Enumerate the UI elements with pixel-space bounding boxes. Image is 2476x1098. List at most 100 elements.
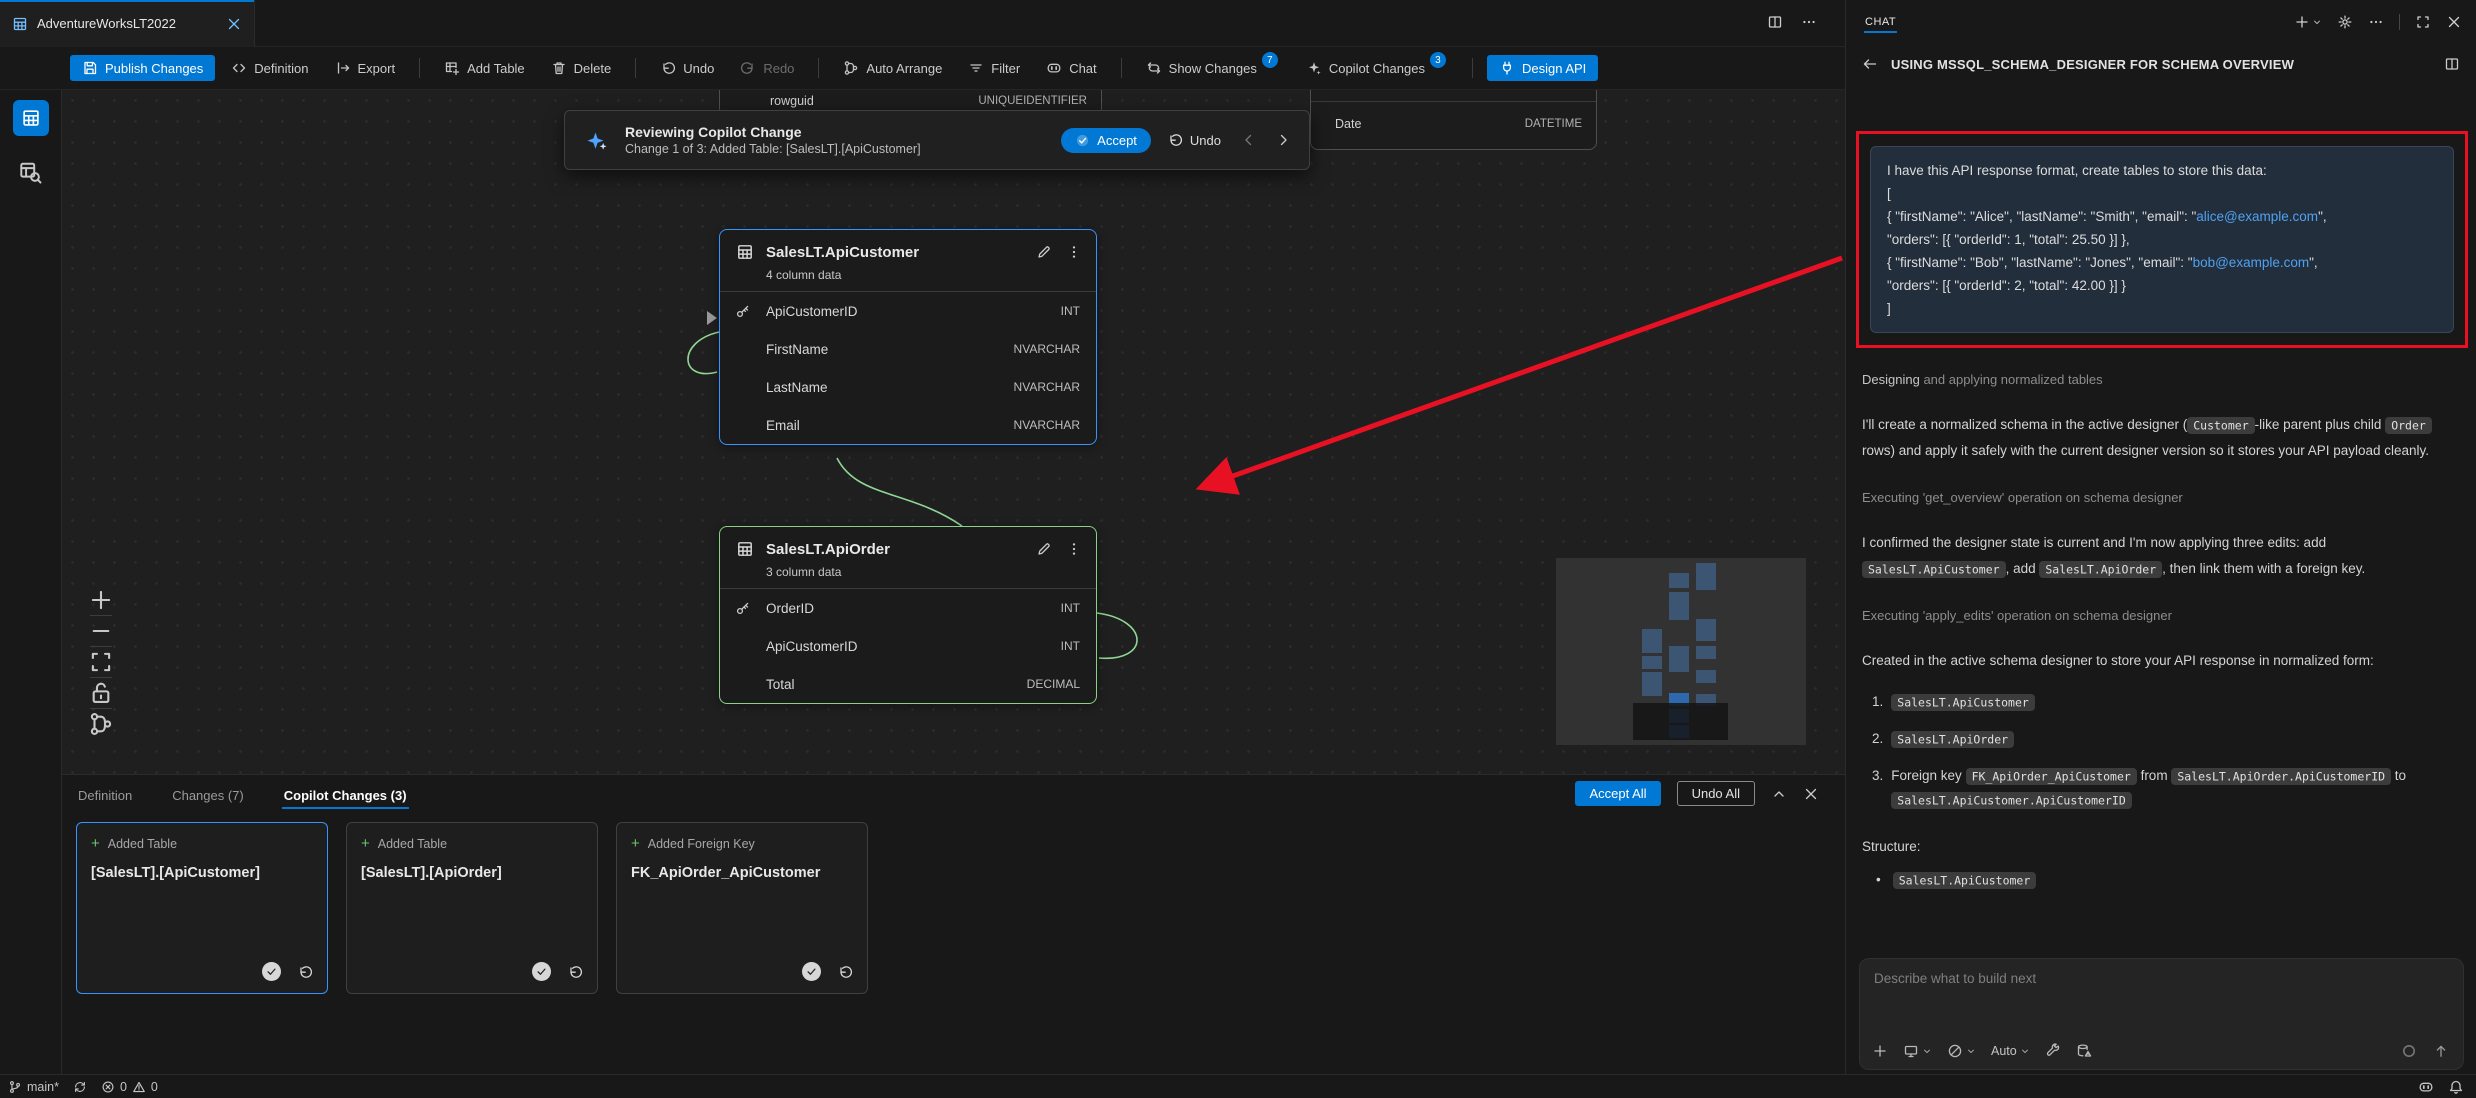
database-warning-icon[interactable]	[2076, 1043, 2092, 1059]
change-card-actions	[802, 962, 853, 981]
tab-close-icon[interactable]	[226, 16, 242, 32]
toolbar-separator	[1472, 58, 1473, 78]
change-card[interactable]: +Added Foreign KeyFK_ApiOrder_ApiCustome…	[616, 822, 868, 994]
copilot-changes-button[interactable]: Copilot Changes 3	[1296, 55, 1458, 81]
schema-find-rail-button[interactable]	[18, 160, 44, 186]
column-row[interactable]: TotalDECIMAL	[720, 665, 1096, 703]
table-row[interactable]: Date DATETIME	[1335, 102, 1582, 146]
table-card-apiorder[interactable]: SalesLT.ApiOrder 3 column data OrderIDIN…	[719, 526, 1097, 704]
email-link[interactable]: bob@example.com	[2193, 255, 2310, 270]
show-changes-button[interactable]: Show Changes 7	[1136, 55, 1290, 81]
edit-pencil-icon[interactable]	[1036, 541, 1052, 557]
change-card[interactable]: +Added Table[SalesLT].[ApiOrder]	[346, 822, 598, 994]
email-link[interactable]: alice@example.com	[2196, 209, 2318, 224]
panel-tab-changes[interactable]: Changes (7)	[170, 778, 246, 813]
minimap[interactable]	[1556, 558, 1806, 745]
panel-tab-copilot[interactable]: Copilot Changes (3)	[282, 778, 409, 813]
edit-pencil-icon[interactable]	[1036, 244, 1052, 260]
undo-button[interactable]: Undo	[650, 55, 724, 81]
chat-button[interactable]: Chat	[1036, 55, 1106, 81]
change-cards: +Added Table[SalesLT].[ApiCustomer]+Adde…	[76, 822, 868, 994]
column-row[interactable]: ApiCustomerIDINT	[720, 292, 1096, 330]
design-api-button[interactable]: Design API	[1487, 55, 1598, 81]
copilot-status-icon[interactable]	[2418, 1079, 2434, 1095]
new-chat-button[interactable]	[2294, 14, 2322, 30]
undo-all-button[interactable]: Undo All	[1677, 781, 1755, 806]
attach-context-icon[interactable]	[1872, 1043, 1888, 1059]
fit-to-screen-icon[interactable]	[88, 647, 114, 677]
change-type-label: +Added Table	[361, 836, 583, 851]
arrange-icon[interactable]	[88, 709, 114, 739]
send-button-icon[interactable]	[2433, 1043, 2449, 1059]
redo-button[interactable]: Redo	[730, 55, 804, 81]
mode-picker[interactable]	[1947, 1043, 1976, 1059]
publish-changes-button[interactable]: Publish Changes	[70, 55, 215, 81]
delete-button[interactable]: Delete	[541, 55, 622, 81]
zoom-in-icon[interactable]	[88, 585, 114, 615]
notifications-bell-icon[interactable]	[2448, 1079, 2464, 1095]
minimap-viewport[interactable]	[1633, 703, 1728, 740]
text-part: , then link them with a foreign key.	[2162, 561, 2365, 576]
add-table-button[interactable]: Add Table	[434, 55, 535, 81]
previous-change-icon[interactable]	[1241, 132, 1257, 148]
configure-tools-icon[interactable]	[2045, 1043, 2061, 1059]
undo-change-icon[interactable]	[567, 964, 583, 980]
column-row[interactable]: OrderIDINT	[720, 589, 1096, 627]
accept-all-button[interactable]: Accept All	[1575, 781, 1660, 806]
chat-more-icon[interactable]	[2368, 14, 2384, 30]
tab-adventureworks[interactable]: AdventureWorksLT2022	[0, 0, 255, 47]
undo-change-icon[interactable]	[837, 964, 853, 980]
accept-change-icon[interactable]	[532, 962, 551, 981]
review-undo-button[interactable]: Undo	[1167, 132, 1221, 148]
problems-indicator[interactable]: 0 0	[101, 1080, 158, 1094]
kebab-menu-icon[interactable]	[1066, 541, 1082, 557]
clipped-table-salesorder[interactable]: Date DATETIME	[1310, 90, 1597, 150]
maximize-panel-icon[interactable]	[2415, 14, 2431, 30]
sync-indicator[interactable]	[73, 1080, 87, 1094]
schema-diagram-rail-button[interactable]	[13, 100, 49, 136]
column-row[interactable]: LastNameNVARCHAR	[720, 368, 1096, 406]
filter-button[interactable]: Filter	[958, 55, 1030, 81]
back-arrow-icon[interactable]	[1862, 56, 1878, 72]
table-card-apicustomer[interactable]: SalesLT.ApiCustomer 4 column data ApiCus…	[719, 229, 1097, 445]
copilot-chat-icon	[1046, 60, 1062, 76]
assistant-paragraph: I'll create a normalized schema in the a…	[1862, 412, 2460, 464]
chat-input-box[interactable]: Auto	[1859, 958, 2464, 1070]
accept-button[interactable]: Accept	[1061, 128, 1151, 153]
column-row[interactable]: EmailNVARCHAR	[720, 406, 1096, 444]
chat-input-field[interactable]	[1874, 971, 2449, 986]
close-chat-icon[interactable]	[2446, 14, 2462, 30]
zoom-out-icon[interactable]	[88, 616, 114, 646]
status-bar: main* 0 0	[0, 1074, 2476, 1098]
kebab-menu-icon[interactable]	[1066, 244, 1082, 260]
column-row[interactable]: ApiCustomerIDINT	[720, 627, 1096, 665]
branch-indicator[interactable]: main*	[8, 1080, 59, 1094]
chat-settings-gear-icon[interactable]	[2337, 14, 2353, 30]
panel-tab-definition[interactable]: Definition	[76, 778, 134, 813]
designer-toolbar: Publish Changes Definition Export Add Ta…	[0, 47, 1845, 90]
unlock-icon[interactable]	[88, 678, 114, 708]
split-editor-icon[interactable]	[1767, 14, 1783, 30]
screen-context-picker[interactable]	[1903, 1043, 1932, 1059]
chat-panel-tab[interactable]: CHAT	[1864, 3, 1897, 41]
model-picker[interactable]: Auto	[1991, 1044, 2030, 1058]
undo-change-icon[interactable]	[297, 964, 313, 980]
changes-panel-tabs: Definition Changes (7) Copilot Changes (3)	[76, 775, 409, 815]
tool-status-line: Executing 'get_overview' operation on sc…	[1862, 488, 2460, 508]
export-button[interactable]: Export	[325, 55, 406, 81]
chat-messages[interactable]: I have this API response format, create …	[1846, 84, 2476, 952]
next-change-icon[interactable]	[1275, 132, 1291, 148]
auto-arrange-button[interactable]: Auto Arrange	[833, 55, 952, 81]
column-row[interactable]: FirstNameNVARCHAR	[720, 330, 1096, 368]
more-actions-icon[interactable]	[1801, 14, 1817, 30]
schema-canvas[interactable]: rowguid UNIQUEIDENTIFIER Date DATETIME R…	[62, 90, 1845, 774]
accept-change-icon[interactable]	[262, 962, 281, 981]
definition-button[interactable]: Definition	[221, 55, 318, 81]
primary-key-icon	[720, 303, 766, 319]
change-card[interactable]: +Added Table[SalesLT].[ApiCustomer]	[76, 822, 328, 994]
toolbar-separator	[635, 58, 636, 78]
collapse-panel-icon[interactable]	[1771, 786, 1787, 802]
open-in-editor-icon[interactable]	[2444, 56, 2460, 72]
accept-change-icon[interactable]	[802, 962, 821, 981]
close-panel-icon[interactable]	[1803, 786, 1819, 802]
